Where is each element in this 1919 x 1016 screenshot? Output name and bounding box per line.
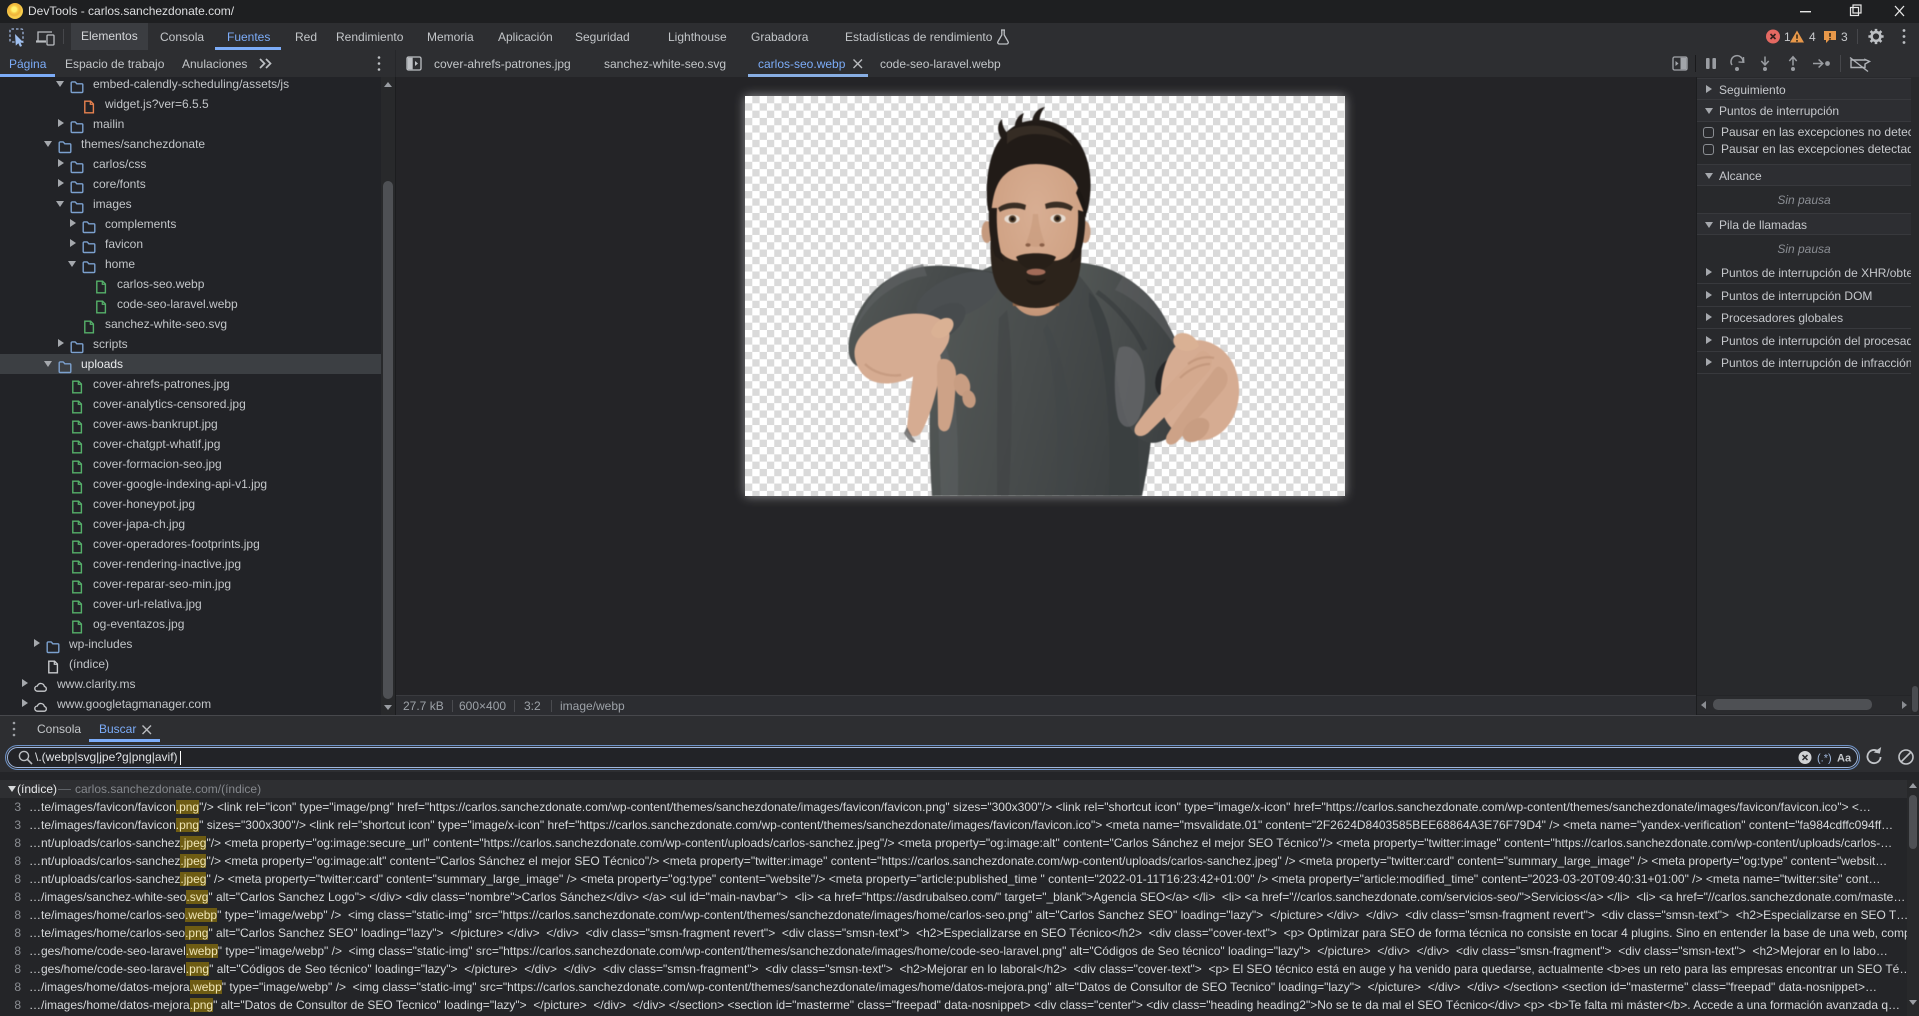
svg-text:4: 4 — [1809, 30, 1816, 44]
svg-text:1: 1 — [1784, 30, 1791, 44]
svg-text:Aa: Aa — [1837, 753, 1852, 765]
svg-text:3: 3 — [1841, 30, 1848, 44]
svg-text:(.*): (.*) — [1817, 753, 1832, 765]
